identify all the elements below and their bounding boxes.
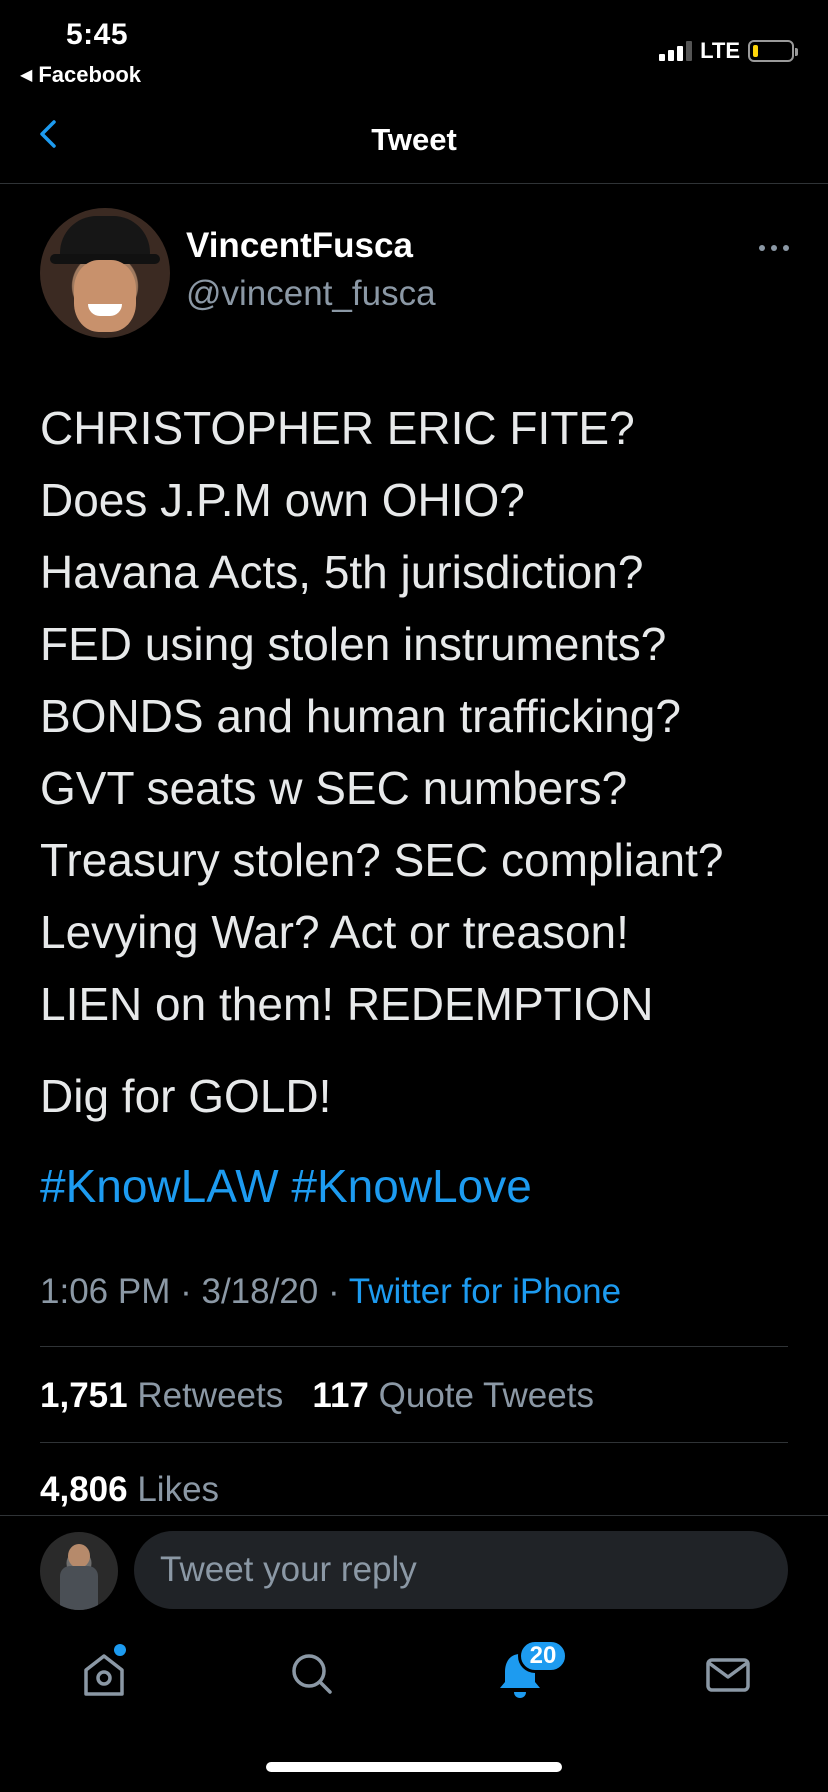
- tweet-date: 3/18/20: [201, 1272, 319, 1311]
- battery-fill: [753, 45, 759, 57]
- tweet-line: Does J.P.M own OHIO?: [40, 474, 525, 526]
- home-indicator[interactable]: [266, 1762, 562, 1772]
- meta-separator: ·: [328, 1272, 340, 1311]
- divider: [40, 1346, 788, 1347]
- messages-icon: [706, 1658, 750, 1692]
- back-app-label: Facebook: [38, 62, 142, 87]
- tweet-extra-line: Dig for GOLD!: [40, 1070, 332, 1122]
- meta-separator: ·: [180, 1272, 192, 1311]
- back-to-app-link[interactable]: ◀ Facebook: [20, 62, 141, 88]
- tweet-meta: 1:06 PM · 3/18/20 · Twitter for iPhone: [40, 1272, 621, 1312]
- tab-messages[interactable]: [698, 1644, 758, 1704]
- likes-count: 4,806: [40, 1470, 128, 1509]
- hashtag-link[interactable]: #KnowLAW: [40, 1160, 279, 1212]
- notifications-badge: 20: [518, 1639, 568, 1673]
- retweet-stats: 1,751 Retweets 117 Quote Tweets: [40, 1376, 594, 1416]
- status-time: 5:45: [66, 18, 129, 51]
- likes-label: Likes: [137, 1470, 220, 1509]
- tweet-line: GVT seats w SEC numbers?: [40, 762, 628, 814]
- signal-icon: [659, 41, 693, 61]
- battery-icon: [748, 40, 798, 62]
- user-avatar: [40, 1532, 118, 1610]
- quotes-label: Quote Tweets: [378, 1376, 594, 1415]
- nav-header: Tweet: [0, 100, 828, 184]
- hashtag-row: #KnowLAW #KnowLove: [40, 1150, 532, 1222]
- quote-tweets-link[interactable]: 117 Quote Tweets: [312, 1376, 594, 1415]
- new-content-dot: [114, 1644, 126, 1656]
- tweet-source-link[interactable]: Twitter for iPhone: [349, 1272, 621, 1311]
- likes-link[interactable]: 4,806 Likes: [40, 1470, 219, 1510]
- divider: [0, 1515, 828, 1516]
- page-title: Tweet: [371, 122, 457, 157]
- tab-search[interactable]: [282, 1644, 342, 1704]
- tweet-text: CHRISTOPHER ERIC FITE? Does J.P.M own OH…: [40, 392, 800, 1040]
- retweets-link[interactable]: 1,751 Retweets: [40, 1376, 283, 1415]
- retweets-label: Retweets: [137, 1376, 284, 1415]
- tweet-line: CHRISTOPHER ERIC FITE?: [40, 402, 635, 454]
- back-triangle-icon: ◀: [20, 67, 33, 84]
- network-label: LTE: [700, 38, 740, 63]
- reply-input[interactable]: Tweet your reply: [134, 1531, 788, 1609]
- quotes-count: 117: [312, 1376, 369, 1415]
- more-options-button[interactable]: [754, 238, 794, 258]
- tweet-line: Treasury stolen? SEC compliant?: [40, 834, 724, 886]
- tweet-line: Havana Acts, 5th jurisdiction?: [40, 546, 644, 598]
- search-icon: [292, 1654, 332, 1694]
- divider: [40, 1442, 788, 1443]
- status-indicators: LTE: [659, 38, 798, 64]
- tweet-time: 1:06 PM: [40, 1272, 171, 1311]
- tweet-line: Levying War? Act or treason!: [40, 906, 629, 958]
- tweet-line: BONDS and human trafficking?: [40, 690, 681, 742]
- tweet-line: FED using stolen instruments?: [40, 618, 667, 670]
- author-display-name[interactable]: VincentFusca: [186, 226, 413, 266]
- hashtag-link[interactable]: #KnowLove: [291, 1160, 531, 1212]
- tweet-line: LIEN on them! REDEMPTION: [40, 978, 654, 1030]
- tab-home[interactable]: [74, 1644, 134, 1704]
- retweets-count: 1,751: [40, 1376, 128, 1415]
- author-handle[interactable]: @vincent_fusca: [186, 274, 436, 314]
- author-avatar[interactable]: [40, 208, 170, 338]
- more-dots-icon: [759, 245, 789, 251]
